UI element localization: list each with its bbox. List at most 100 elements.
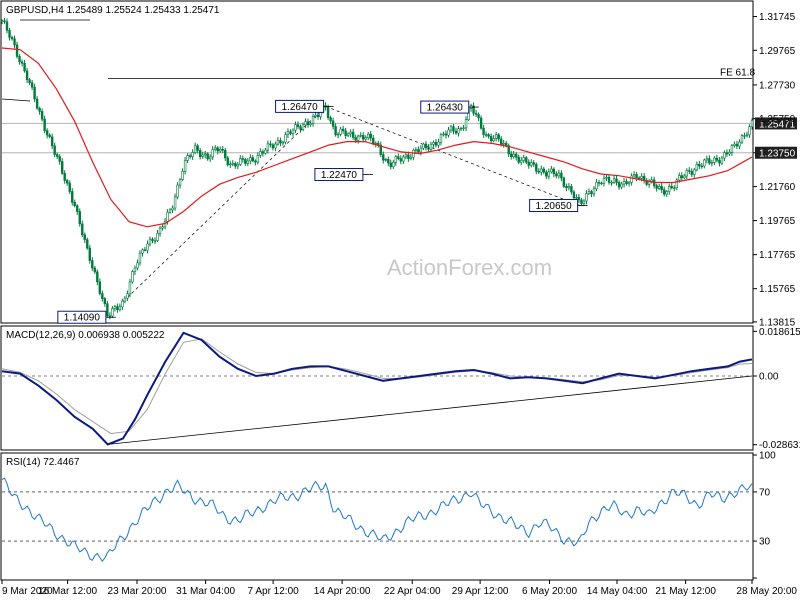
price-annotation-label: 1.22470 (321, 170, 358, 181)
candle-body (512, 153, 515, 157)
candle-body (254, 160, 257, 163)
candle-body (25, 70, 29, 81)
candle-body (489, 135, 493, 142)
candle-body (750, 120, 754, 127)
candle-body (201, 154, 204, 157)
rsi-axis-label: 70 (759, 487, 771, 498)
candle-body (276, 140, 280, 145)
candle-body (552, 168, 556, 175)
time-axis-label: 22 Apr 04:00 (384, 586, 441, 597)
candle-body (442, 133, 445, 136)
candle-body (126, 293, 129, 299)
candle-body (304, 121, 307, 126)
candle-body (219, 149, 222, 152)
candle-body (452, 126, 455, 132)
candle-body (58, 156, 61, 162)
candle-body (590, 191, 593, 195)
candle-body (314, 114, 317, 117)
candle-body (239, 158, 242, 165)
candle-body (532, 162, 535, 165)
candle-body (131, 271, 134, 283)
candle-body (203, 153, 207, 156)
candle-body (336, 133, 340, 136)
time-axis-label: 16 Mar 12:00 (38, 586, 97, 597)
candle-body (708, 158, 711, 164)
candle-body (745, 134, 749, 136)
candle-body (78, 211, 81, 225)
candle-body (259, 151, 262, 156)
candle-body (427, 147, 430, 150)
candle-body (723, 152, 726, 159)
candle-body (83, 234, 86, 240)
candle-body (497, 134, 500, 140)
candle-body (86, 239, 89, 249)
candle-body (143, 249, 147, 251)
candle-body (499, 138, 503, 145)
candle-body (555, 173, 558, 177)
rsi-axis-label: 30 (759, 537, 771, 548)
candle-body (713, 157, 716, 163)
candle-body (615, 178, 618, 183)
candle-body (663, 189, 666, 195)
candle-body (61, 161, 64, 174)
watermark: ActionForex.com (387, 255, 552, 280)
candle-body (617, 182, 621, 188)
chart-background (0, 0, 800, 600)
candle-body (266, 143, 270, 151)
price-annotation-label: 1.20650 (536, 201, 573, 212)
candle-body (557, 172, 561, 177)
candle-body (146, 243, 149, 251)
candle-body (625, 181, 628, 184)
candle-body (479, 117, 483, 129)
candle-body (68, 182, 71, 192)
candle-body (13, 38, 16, 46)
candle-body (35, 98, 39, 109)
candle-body (168, 209, 172, 213)
candle-body (582, 200, 586, 204)
candle-body (612, 178, 616, 183)
candle-body (181, 171, 184, 180)
candle-body (482, 127, 485, 135)
candle-body (685, 170, 688, 177)
candle-body (449, 126, 453, 131)
candle-body (740, 135, 744, 143)
candle-body (693, 169, 696, 175)
candle-body (424, 143, 428, 148)
candle-body (128, 281, 132, 295)
candle-body (683, 175, 686, 179)
candle-body (156, 232, 159, 241)
candle-body (284, 134, 287, 143)
candle-body (447, 129, 450, 136)
candle-body (407, 154, 410, 159)
candle-body (457, 128, 460, 134)
candle-body (73, 202, 76, 207)
candle-body (23, 63, 26, 72)
candle-body (537, 170, 540, 173)
candle-body (296, 124, 300, 127)
candle-body (392, 162, 395, 167)
candle-body (695, 163, 699, 171)
candle-body (229, 163, 232, 166)
candle-body (530, 162, 533, 166)
candle-body (121, 300, 124, 308)
candle-body (53, 145, 56, 155)
candle-body (622, 181, 626, 185)
candle-body (211, 149, 214, 158)
candle-body (509, 153, 513, 157)
candle-body (527, 161, 530, 166)
candle-body (369, 133, 372, 139)
candle-body (123, 297, 127, 302)
candle-body (474, 112, 478, 115)
candle-body (404, 154, 408, 158)
time-axis-label: 7 Apr 12:00 (248, 586, 300, 597)
candle-body (502, 142, 505, 145)
candle-body (339, 128, 342, 135)
candle-body (111, 308, 114, 317)
candle-body (116, 306, 119, 310)
candle-body (522, 157, 525, 161)
candle-body (577, 197, 581, 201)
candle-body (188, 155, 192, 157)
candle-body (730, 145, 734, 153)
candle-body (183, 159, 187, 172)
candle-body (419, 147, 423, 153)
